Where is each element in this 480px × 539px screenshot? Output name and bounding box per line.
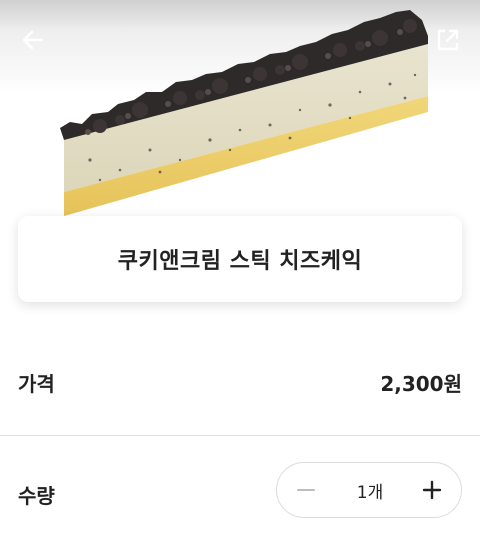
share-button[interactable] [433, 25, 463, 55]
arrow-left-icon [22, 30, 44, 50]
product-name: 쿠키앤크림 스틱 치즈케익 [117, 249, 363, 274]
minus-icon [297, 489, 315, 491]
price-row: 가격 2,300원 [0, 358, 480, 404]
quantity-label: 수량 [18, 484, 55, 508]
quantity-stepper: 1개 [276, 462, 462, 518]
quantity-value: 1개 [356, 483, 384, 503]
plus-icon [422, 480, 442, 500]
decrease-quantity-button[interactable] [291, 475, 321, 505]
price-value: 2,300원 [380, 372, 462, 396]
external-share-icon [437, 29, 459, 51]
divider [0, 435, 480, 436]
increase-quantity-button[interactable] [417, 475, 447, 505]
product-title-card: 쿠키앤크림 스틱 치즈케익 [18, 216, 462, 302]
price-label: 가격 [18, 372, 55, 396]
back-button[interactable] [18, 25, 48, 55]
